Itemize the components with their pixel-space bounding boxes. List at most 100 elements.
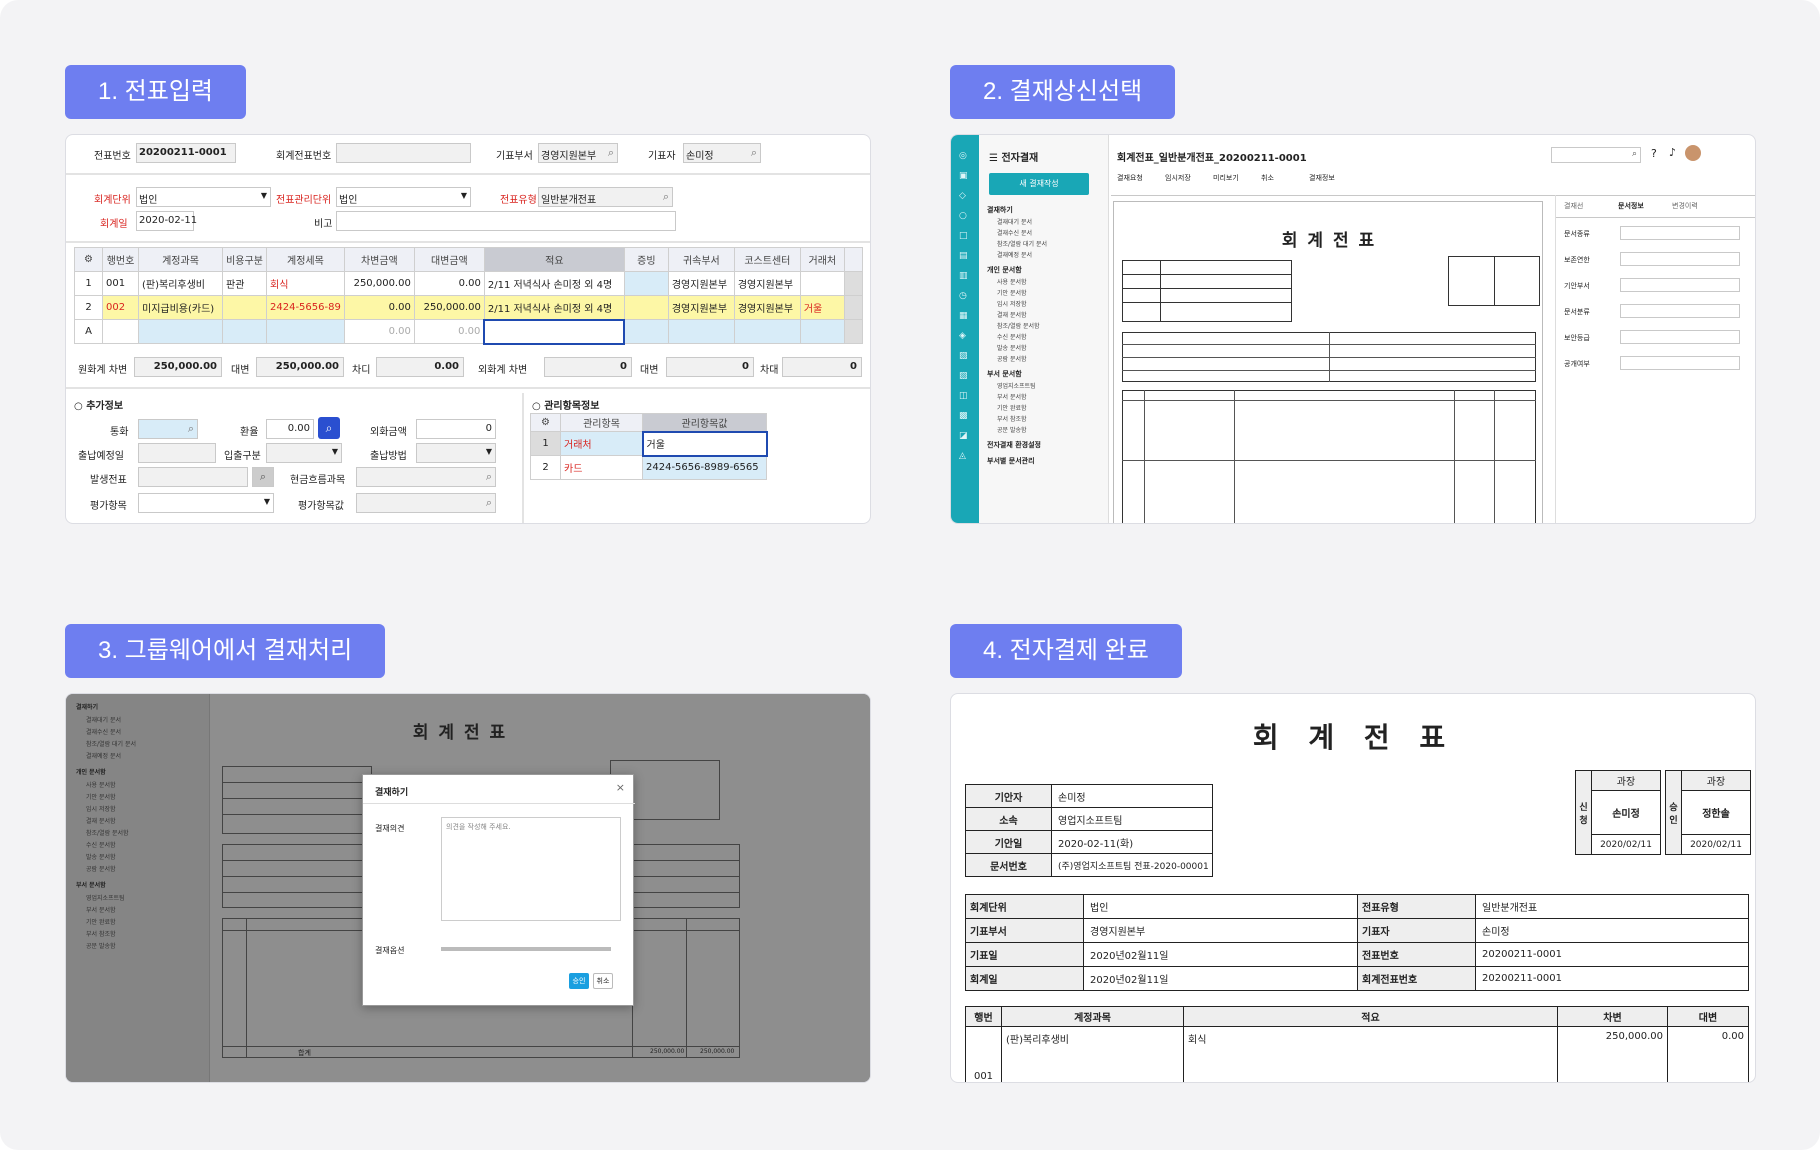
table-row[interactable]: A 0.00 0.00 [74,318,863,345]
rail-icon[interactable]: ◷ [959,291,967,301]
voucher-no-field[interactable]: 20200211-0001 [136,143,236,163]
gw-menu-group[interactable]: 개인 문서함 [76,767,106,776]
close-icon[interactable]: × [616,781,625,794]
gw-menu-item[interactable]: 사용 문서함 [86,780,116,789]
gw-menu-item[interactable]: 기안 문서함 [86,792,116,801]
gw-menu-item[interactable]: 결재대기 문서 [86,715,121,724]
table-row[interactable]: 1 거래처 거울 [530,430,768,457]
rail-icon[interactable]: ○ [959,211,967,221]
side-tab[interactable]: 결재선 [1564,201,1583,211]
origin-search-icon[interactable]: ⌕ [252,467,274,487]
menu-item[interactable]: 결재수신 문서 [997,228,1032,237]
side-field-input[interactable] [1620,330,1740,344]
io-type-select[interactable]: ▼ [266,443,342,463]
gw-menu-item[interactable]: 결재수신 문서 [86,727,121,736]
grid-settings-icon[interactable]: ⚙ [530,413,561,432]
help-icon[interactable]: ? [1651,147,1657,160]
gw-menu-group[interactable]: 결재하기 [76,702,98,711]
menu-item[interactable]: 사용 문서함 [997,277,1027,286]
cell-memo[interactable] [483,318,626,345]
cell-value[interactable]: 거울 [641,430,768,457]
new-approval-button[interactable]: 새 결재작성 [989,173,1089,195]
note-field[interactable] [336,211,676,231]
pay-date-field[interactable] [138,443,216,463]
confirm-button[interactable]: 승인 [569,973,589,989]
menu-group[interactable]: 결재하기 [987,205,1013,215]
menu-item[interactable]: 결재예정 문서 [997,250,1032,259]
rail-icon[interactable]: ◫ [959,391,968,401]
side-tab[interactable]: 문서정보 [1618,201,1644,211]
rail-icon[interactable]: ◬ [959,451,966,461]
rail-icon[interactable]: ▦ [959,311,968,321]
table-row[interactable]: 2 002 미지급비용(카드) 2424-5656-89 0.00 250,00… [74,295,863,320]
side-field-input[interactable] [1620,252,1740,266]
gw-menu-item[interactable]: 부서 문서함 [86,905,116,914]
currency-field[interactable]: ⌕ [138,419,198,439]
side-field-input[interactable] [1620,356,1740,370]
origin-field[interactable] [138,467,248,487]
acct-voucher-no-field[interactable] [336,143,471,163]
menu-item[interactable]: 참조/열람 대기 문서 [997,239,1047,248]
gw-menu-item[interactable]: 기안 완료함 [86,917,116,926]
acct-date-field[interactable]: 2020-02-11 [136,211,197,231]
pay-method-select[interactable]: ▼ [416,443,496,463]
opinion-textarea[interactable]: 의견을 작성해 주세요. [441,817,621,921]
gw-menu-item[interactable]: 발송 문서함 [86,852,116,861]
rate-field[interactable]: 0.00 [266,419,314,439]
gw-menu-item[interactable]: 수신 문서함 [86,840,116,849]
issuer-dept-field[interactable]: 경영지원본부 ⌕ [538,143,618,163]
menu-item[interactable]: 공문 발송함 [997,425,1027,434]
toolbar-button[interactable]: 취소 [1261,173,1274,183]
menu-item[interactable]: 부서 문서함 [997,392,1027,401]
gw-menu-item[interactable]: 영업지소프트팀 [86,893,125,902]
rail-icon[interactable]: □ [959,231,968,241]
rail-icon[interactable]: ◪ [959,431,968,441]
cash-flow-field[interactable]: ⌕ [356,467,496,487]
side-field-input[interactable] [1620,304,1740,318]
grid-settings-icon[interactable]: ⚙ [74,247,103,272]
menu-item[interactable]: 결재대기 문서 [997,217,1032,226]
table-row[interactable]: 2 카드 2424-5656-8989-6565 [530,455,767,480]
gw-menu-item[interactable]: 공람 문서함 [86,864,116,873]
gw-menu-item[interactable]: 결재예정 문서 [86,751,121,760]
toolbar-button[interactable]: 결재정보 [1309,173,1335,183]
menu-group[interactable]: 부서별 문서관리 [987,456,1035,466]
gw-menu-item[interactable]: 참조/열람 문서함 [86,828,129,837]
side-field-input[interactable] [1620,226,1740,240]
avatar[interactable] [1685,145,1701,161]
cancel-button[interactable]: 취소 [593,973,613,989]
table-row[interactable]: 1 001 (판)복리후생비 판관 회식 250,000.00 0.00 2/1… [74,271,863,296]
fx-amount-field[interactable]: 0 [416,419,496,439]
toolbar-button[interactable]: 결재요청 [1117,173,1143,183]
menu-item[interactable]: 부서 참조함 [997,414,1027,423]
menu-item[interactable]: 영업지소프트팀 [997,381,1036,390]
menu-item[interactable]: 수신 문서함 [997,332,1027,341]
rail-icon[interactable]: ◎ [959,151,967,161]
gw-menu-item[interactable]: 공문 발송함 [86,941,116,950]
rail-icon[interactable]: ▥ [959,271,968,281]
menu-item[interactable]: 참조/열람 문서함 [997,321,1040,330]
menu-group[interactable]: 전자결재 환경설정 [987,440,1041,450]
bell-icon[interactable]: ♪ [1669,146,1676,159]
acct-unit-select[interactable]: 법인 ▼ [136,187,271,207]
rail-icon[interactable]: ◇ [959,191,966,201]
menu-item[interactable]: 임시 저장함 [997,299,1027,308]
rail-icon[interactable]: ▤ [959,251,968,261]
menu-item[interactable]: 기안 문서함 [997,288,1027,297]
menu-item[interactable]: 발송 문서함 [997,343,1027,352]
voucher-type-field[interactable]: 일반분개전표 ⌕ [538,187,673,207]
rail-icon[interactable]: ▨ [959,371,968,381]
side-tab[interactable]: 변경이력 [1672,201,1698,211]
toolbar-button[interactable]: 미리보기 [1213,173,1239,183]
rail-icon[interactable]: ▧ [959,351,968,361]
menu-item[interactable]: 기안 완료함 [997,403,1027,412]
menu-group[interactable]: 개인 문서함 [987,265,1022,275]
side-field-input[interactable] [1620,278,1740,292]
gw-menu-item[interactable]: 결재 문서함 [86,816,116,825]
menu-item[interactable]: 결재 문서함 [997,310,1027,319]
gw-menu-group[interactable]: 부서 문서함 [76,880,106,889]
menu-group[interactable]: 부서 문서함 [987,369,1022,379]
mgmt-unit-select[interactable]: 법인 ▼ [336,187,471,207]
option-choices[interactable] [441,947,611,951]
gw-menu-item[interactable]: 부서 참조함 [86,929,116,938]
